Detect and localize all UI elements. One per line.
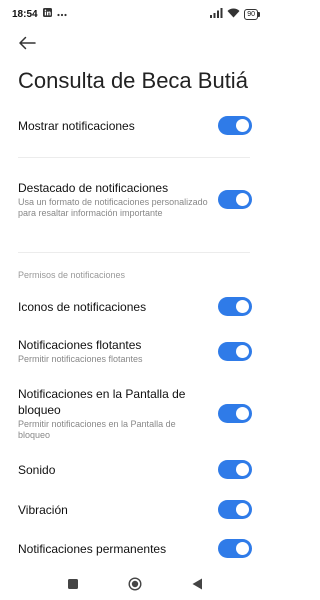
back-nav-button[interactable] <box>192 578 203 590</box>
lock-screen-notifications-label: Notificaciones en la Pantalla de bloqueo <box>18 387 186 417</box>
home-icon <box>127 577 142 591</box>
floating-notifications-row[interactable]: Notificaciones flotantes Permitir notifi… <box>18 337 252 365</box>
recents-button[interactable] <box>67 579 78 589</box>
show-notifications-toggle[interactable] <box>218 116 252 135</box>
back-nav-icon <box>192 578 202 590</box>
toggle-knob <box>236 463 249 476</box>
vibration-toggle[interactable] <box>218 500 252 519</box>
floating-notifications-label: Notificaciones flotantes <box>18 338 142 352</box>
recents-icon <box>67 579 78 589</box>
persistent-notifications-text: Notificaciones permanentes <box>18 541 208 557</box>
lock-screen-notifications-toggle[interactable] <box>218 404 252 423</box>
floating-notifications-text: Notificaciones flotantes Permitir notifi… <box>18 337 208 365</box>
sound-label: Sonido <box>18 462 56 477</box>
show-notifications-label: Mostrar notificaciones <box>18 118 135 133</box>
show-notifications-text: Mostrar notificaciones <box>18 118 208 134</box>
persistent-notifications-toggle[interactable] <box>218 539 252 558</box>
arrow-left-icon <box>19 36 36 50</box>
vibration-row[interactable]: Vibración <box>18 500 252 519</box>
battery-icon: 90 <box>244 8 260 20</box>
toggle-knob <box>236 503 249 516</box>
toggle-knob <box>236 193 249 206</box>
vibration-text: Vibración <box>18 502 208 518</box>
sound-text: Sonido <box>18 462 208 478</box>
highlighted-notifications-row[interactable]: Destacado de notificaciones Usa un forma… <box>18 180 252 219</box>
persistent-notifications-label: Notificaciones permanentes <box>18 541 167 556</box>
navigation-bar <box>0 568 270 600</box>
page-title: Consulta de Beca Butiá <box>18 68 248 93</box>
lock-screen-notifications-description: Permitir notificaciones en la Pantalla d… <box>18 419 176 440</box>
show-notifications-row[interactable]: Mostrar notificaciones <box>18 116 252 135</box>
notification-icons-row[interactable]: Iconos de notificaciones <box>18 297 252 316</box>
highlighted-notifications-text: Destacado de notificaciones Usa un forma… <box>18 180 208 219</box>
status-time: 18:54 <box>12 8 38 20</box>
lock-screen-notifications-text: Notificaciones en la Pantalla de bloqueo… <box>18 386 208 441</box>
home-button[interactable] <box>127 577 142 591</box>
notification-icons-label: Iconos de notificaciones <box>18 299 147 314</box>
lock-screen-notifications-row[interactable]: Notificaciones en la Pantalla de bloqueo… <box>18 386 252 441</box>
wifi-icon <box>227 8 240 21</box>
toggle-knob <box>236 542 249 555</box>
vibration-label: Vibración <box>18 502 68 517</box>
divider <box>18 252 250 253</box>
status-left: 18:54 <box>12 8 67 20</box>
linkedin-icon <box>42 8 52 20</box>
sound-row[interactable]: Sonido <box>18 460 252 479</box>
notification-icons-toggle[interactable] <box>218 297 252 316</box>
toggle-knob <box>236 344 249 358</box>
sound-toggle[interactable] <box>218 460 252 479</box>
notification-icons-text: Iconos de notificaciones <box>18 299 208 315</box>
floating-notifications-toggle[interactable] <box>218 341 252 361</box>
signal-icon <box>210 7 223 21</box>
battery-level: 90 <box>247 10 255 18</box>
persistent-notifications-row[interactable]: Notificaciones permanentes <box>18 539 252 558</box>
highlighted-notifications-toggle[interactable] <box>218 190 252 209</box>
status-right: 90 <box>210 7 260 21</box>
back-button[interactable] <box>16 33 38 53</box>
divider <box>18 157 250 158</box>
toggle-knob <box>236 300 249 313</box>
floating-notifications-description: Permitir notificaciones flotantes <box>18 354 143 364</box>
highlighted-notifications-description: Usa un formato de notificaciones persona… <box>18 197 208 218</box>
toggle-knob <box>236 407 249 420</box>
more-icon <box>56 9 67 20</box>
highlighted-notifications-label: Destacado de notificaciones <box>18 181 169 195</box>
toggle-knob <box>236 119 249 132</box>
section-header-permissions: Permisos de notificaciones <box>18 270 126 280</box>
status-bar: 18:54 90 <box>0 0 270 28</box>
